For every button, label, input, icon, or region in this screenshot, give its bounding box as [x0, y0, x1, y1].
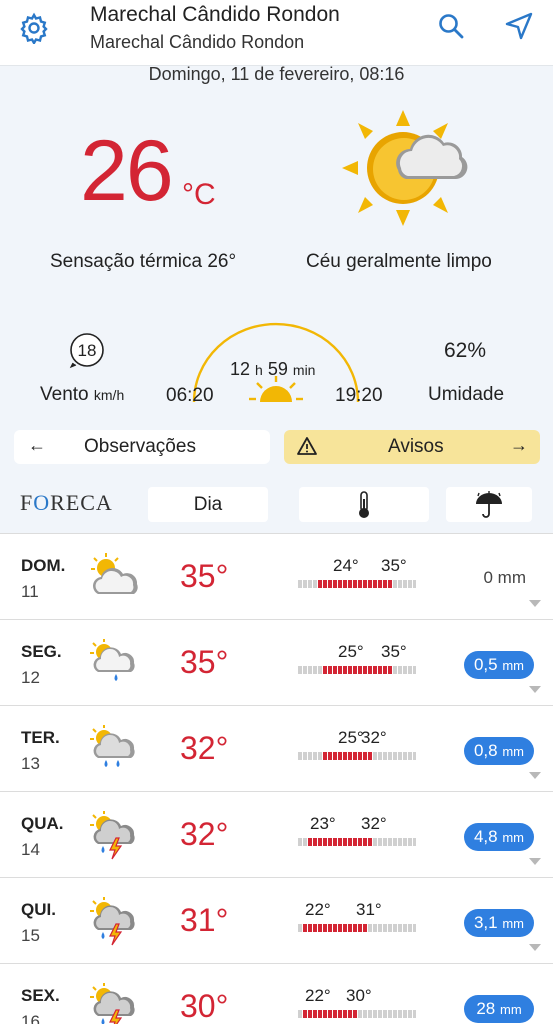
forecast-row[interactable]: SEX. 16 30° 22° 30° 28 mm [0, 964, 553, 1024]
forecast-weekday: SEX. [21, 986, 60, 1005]
feels-like-text: Sensação térmica 26° [50, 251, 237, 272]
forecast-weekday: QUA. [21, 814, 64, 833]
day-length-minutes: 59 [267, 359, 288, 379]
expand-chevron-icon[interactable] [529, 686, 541, 693]
forecast-row[interactable]: TER. 13 32° 25° 32° 0,8 mm [0, 706, 553, 792]
forecast-min-temp: 23° [310, 814, 336, 833]
forecast-min-temp: 22° [305, 986, 331, 1005]
current-temperature: 26 [80, 123, 174, 219]
precipitation-badge: 0,5 mm [464, 651, 534, 679]
expand-chevron-icon[interactable] [529, 944, 541, 951]
wind-label: Vento km/h [40, 384, 124, 406]
temperature-range-bar [298, 1010, 416, 1018]
arrow-right-icon: → [510, 435, 528, 455]
forecast-min-temp: 24° [333, 556, 359, 575]
expand-chevron-icon[interactable] [529, 772, 541, 779]
forecast-high-temp: 32° [180, 730, 229, 766]
thunderstorm-icon [90, 983, 135, 1024]
forecast-max-temp: 35° [381, 556, 407, 575]
temperature-range-bar [298, 752, 416, 760]
city-title[interactable]: Marechal Cândido Rondon [90, 3, 340, 27]
foreca-logo: FORECA [20, 490, 113, 515]
cloud-rain-icon [90, 639, 135, 681]
sunset-time: 19:20 [335, 385, 383, 406]
warning-triangle-icon [297, 437, 317, 455]
tab-day[interactable]: Dia [148, 487, 268, 522]
thermometer-icon [359, 490, 369, 518]
forecast-day-number: 13 [21, 754, 40, 773]
precipitation-text: 0 mm [483, 568, 527, 587]
settings-gear-icon[interactable] [18, 12, 50, 44]
partly-cloudy-icon [91, 553, 138, 594]
forecast-high-temp: 32° [180, 816, 229, 852]
observations-label: Observações [84, 436, 196, 457]
temperature-range-bar [298, 666, 416, 674]
forecast-row[interactable]: QUA. 14 32° 23° 32° 4,8 mm [0, 792, 553, 878]
cloud-rain-heavy-icon [90, 725, 135, 767]
forecast-weekday: SEG. [21, 642, 62, 661]
forecast-weekday: QUI. [21, 900, 56, 919]
arrow-left-icon: ← [28, 435, 46, 455]
temperature-range-bar [298, 924, 416, 932]
thunderstorm-icon [90, 811, 135, 860]
app-header: Marechal Cândido Rondon Marechal Cândido… [0, 0, 553, 66]
temperature-range-bar [298, 838, 416, 846]
precipitation-badge: 4,8 mm [464, 823, 534, 851]
forecast-high-temp: 30° [180, 988, 229, 1024]
wind-label-text: Vento [40, 384, 89, 405]
tab-precipitation[interactable] [446, 487, 532, 522]
forecast-day-number: 15 [21, 926, 40, 945]
forecast-max-temp: 35° [381, 642, 407, 661]
forecast-max-temp: 32° [361, 814, 387, 833]
condition-text: Céu geralmente limpo [306, 251, 492, 272]
wind-direction-icon: 18 [69, 333, 104, 369]
forecast-max-temp: 31° [356, 900, 382, 919]
forecast-row[interactable]: DOM. 11 35° 24° 35° 0 mm [0, 534, 553, 620]
humidity-value: 62% [444, 339, 487, 362]
forecast-max-temp: 30° [346, 986, 372, 1005]
forecast-min-temp: 22° [305, 900, 331, 919]
forecast-list: DOM. 11 35° 24° 35° 0 mm SEG. 12 35° 25° 35° 0,5 mm… [0, 533, 553, 1024]
wind-speed-value: 18 [78, 341, 97, 360]
thunderstorm-icon [90, 897, 135, 946]
forecast-day-number: 11 [21, 582, 39, 601]
forecast-min-temp: 25° [338, 642, 364, 661]
location-arrow-icon[interactable] [505, 12, 533, 40]
forecast-weekday: TER. [21, 728, 60, 747]
day-length: 12 h 59 min [230, 359, 315, 380]
forecast-day-number: 14 [21, 840, 40, 859]
current-datetime: Domingo, 11 de fevereiro, 08:16 [148, 64, 405, 84]
forecast-high-temp: 31° [180, 902, 229, 938]
tab-temperature[interactable] [299, 487, 429, 522]
expand-chevron-icon[interactable] [529, 858, 541, 865]
forecast-row[interactable]: QUI. 15 31° 22° 31° 3,1 mm [0, 878, 553, 964]
day-length-hours: 12 [230, 359, 251, 379]
umbrella-icon [476, 490, 502, 518]
warnings-button[interactable]: Avisos → [284, 430, 540, 464]
city-subtitle: Marechal Cândido Rondon [90, 32, 305, 52]
forecast-weekday: DOM. [21, 556, 66, 575]
wind-unit: km/h [93, 387, 125, 403]
forecast-max-temp: 32° [361, 728, 387, 747]
day-length-minutes-unit: min [292, 362, 316, 378]
forecast-day-number: 12 [21, 668, 40, 687]
precipitation-badge: 0,8 mm [464, 737, 534, 765]
sunrise-time: 06:20 [166, 385, 214, 406]
search-icon[interactable] [437, 12, 465, 40]
humidity-label: Umidade [428, 384, 505, 405]
forecast-min-temp: 25° [338, 728, 364, 747]
observations-button[interactable]: ← Observações [14, 430, 270, 464]
day-length-hours-unit: h [255, 362, 263, 378]
forecast-day-number: 16 [21, 1012, 40, 1024]
forecast-row[interactable]: SEG. 12 35° 25° 35° 0,5 mm [0, 620, 553, 706]
forecast-high-temp: 35° [180, 558, 229, 594]
warnings-label: Avisos [388, 436, 444, 457]
temperature-range-bar [298, 580, 416, 588]
sun-cloud-icon [342, 110, 468, 226]
forecast-high-temp: 35° [180, 644, 229, 680]
expand-chevron-icon[interactable] [529, 600, 541, 607]
precipitation-badge: 28 mm [464, 995, 534, 1023]
precipitation-badge: 3,1 mm [464, 909, 534, 937]
temperature-unit: °C [182, 178, 216, 211]
